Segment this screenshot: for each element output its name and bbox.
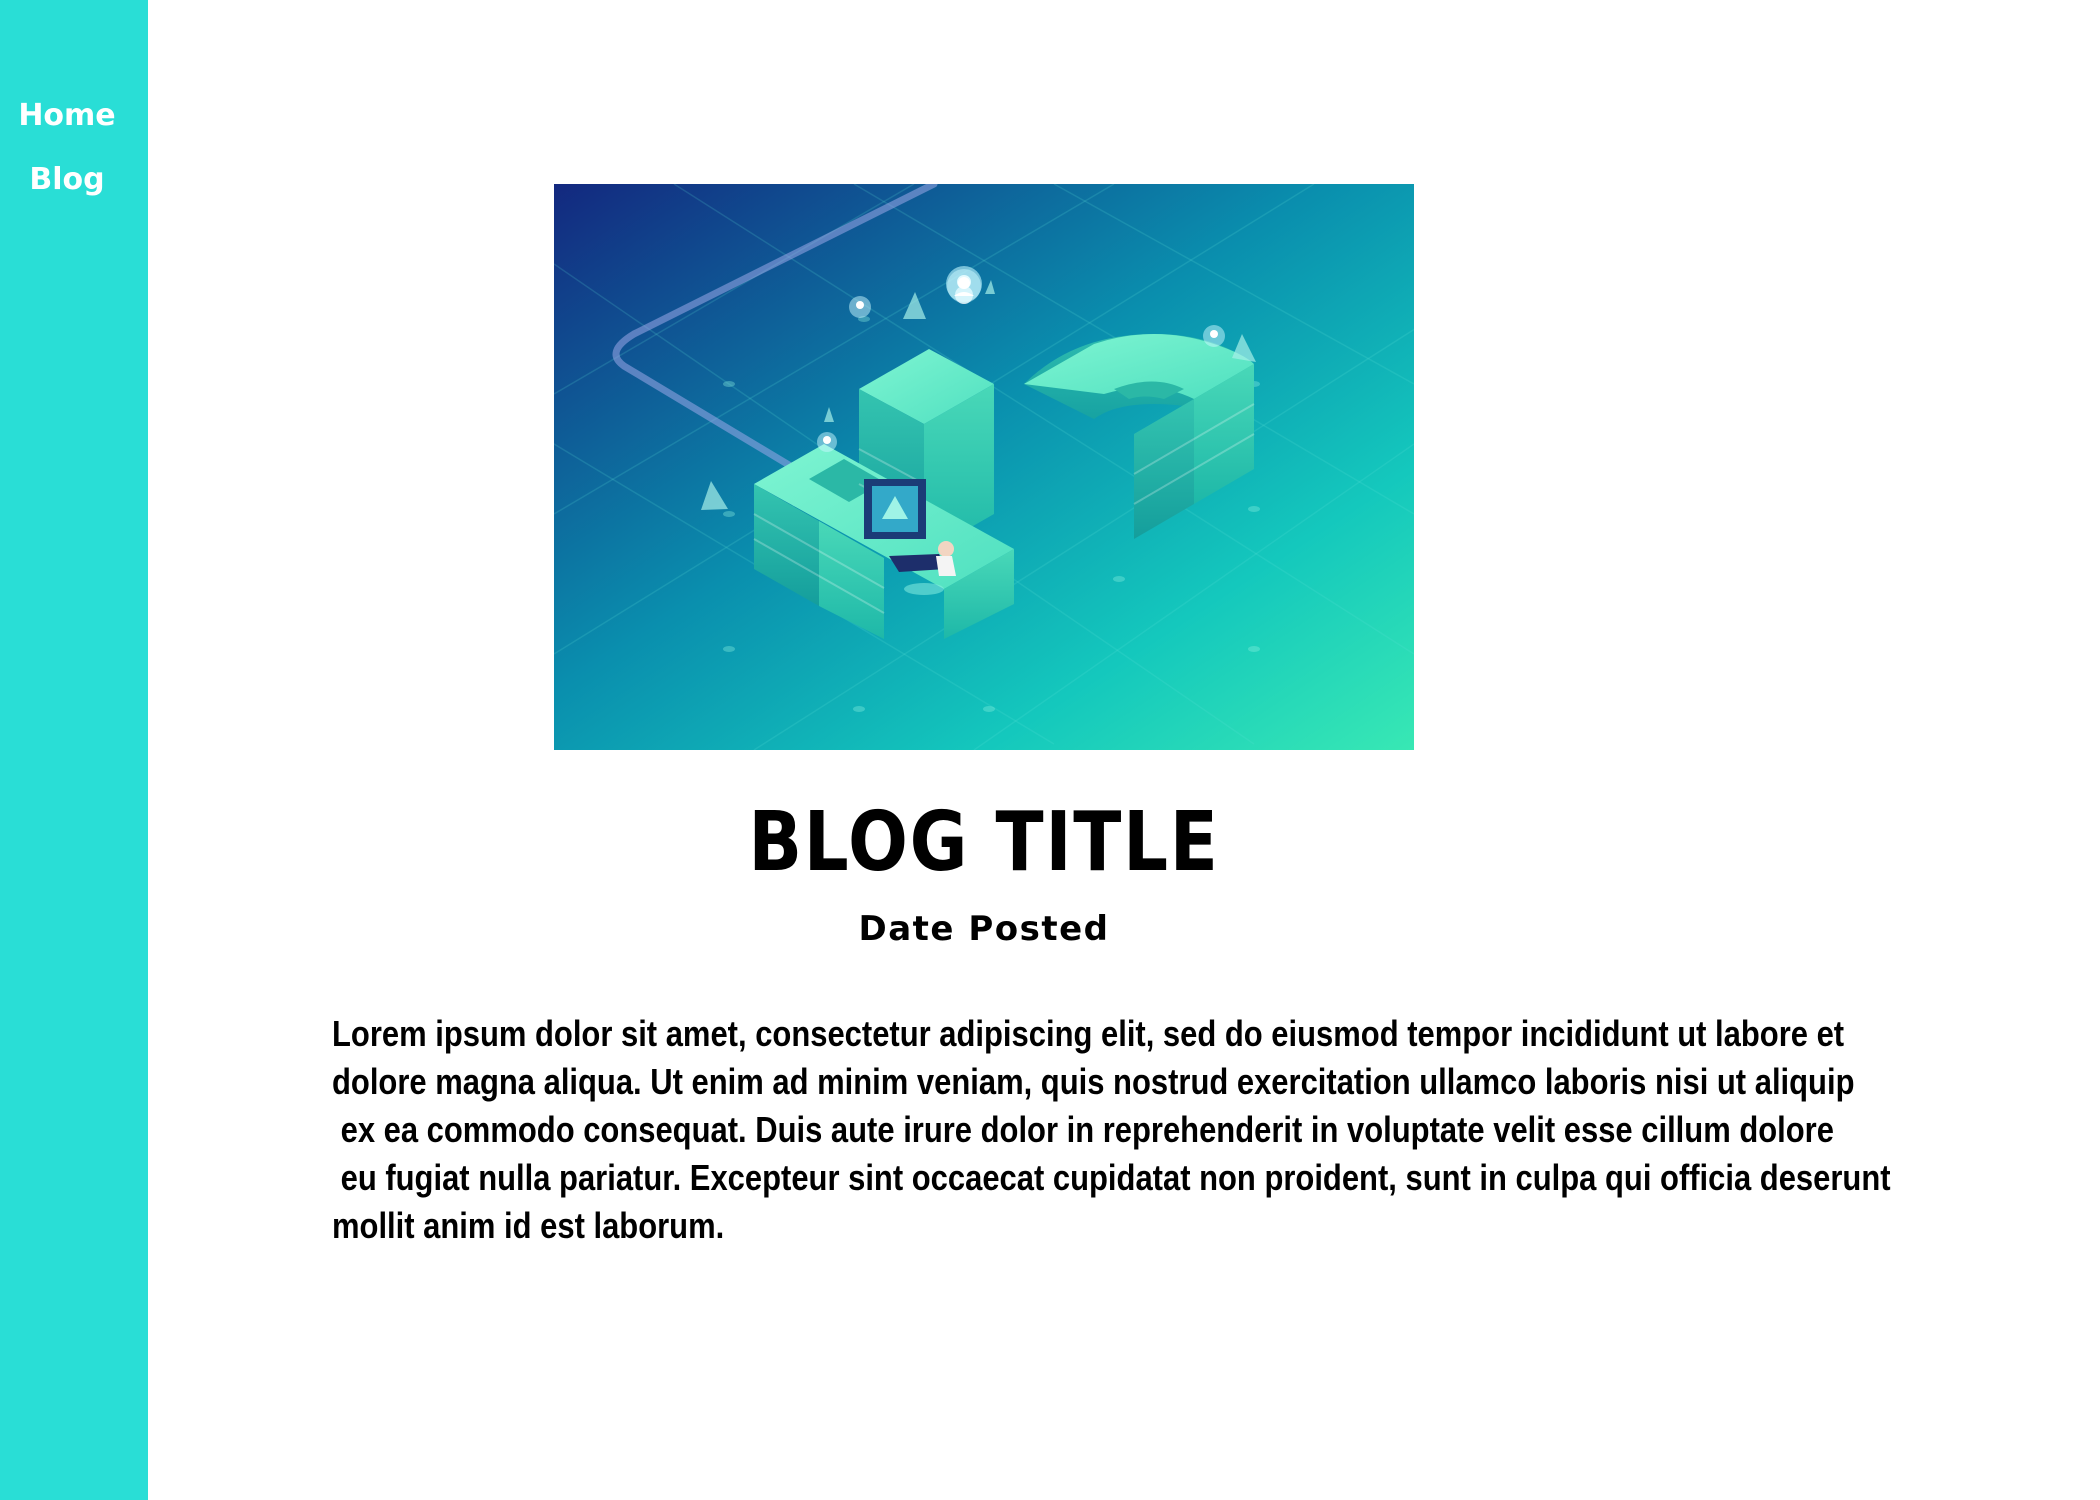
post-body-line: ex ea commodo consequat. Duis aute irure… (332, 1109, 1834, 1150)
post-body-line: dolore magna aliqua. Ut enim ad minim ve… (332, 1061, 1855, 1102)
post-body: Lorem ipsum dolor sit amet, consectetur … (332, 1010, 2012, 1250)
facebook-isometric-illustration-icon (554, 184, 1414, 750)
blog-page: Home Blog BLOG TITLE Date Posted Lorem i… (0, 0, 2100, 1500)
post-date: Date Posted (858, 909, 1110, 949)
post-body-line: Lorem ipsum dolor sit amet, consectetur … (332, 1013, 1845, 1054)
sidebar-item-home[interactable]: Home (0, 98, 134, 133)
post-body-line: mollit anim id est laborum. (332, 1205, 725, 1246)
sidebar-item-blog[interactable]: Blog (0, 162, 134, 197)
post-title: BLOG TITLE (748, 795, 1220, 890)
sidebar: Home Blog (0, 0, 148, 1500)
hero-image (554, 184, 1414, 750)
post-body-line: eu fugiat nulla pariatur. Excepteur sint… (332, 1157, 1891, 1198)
